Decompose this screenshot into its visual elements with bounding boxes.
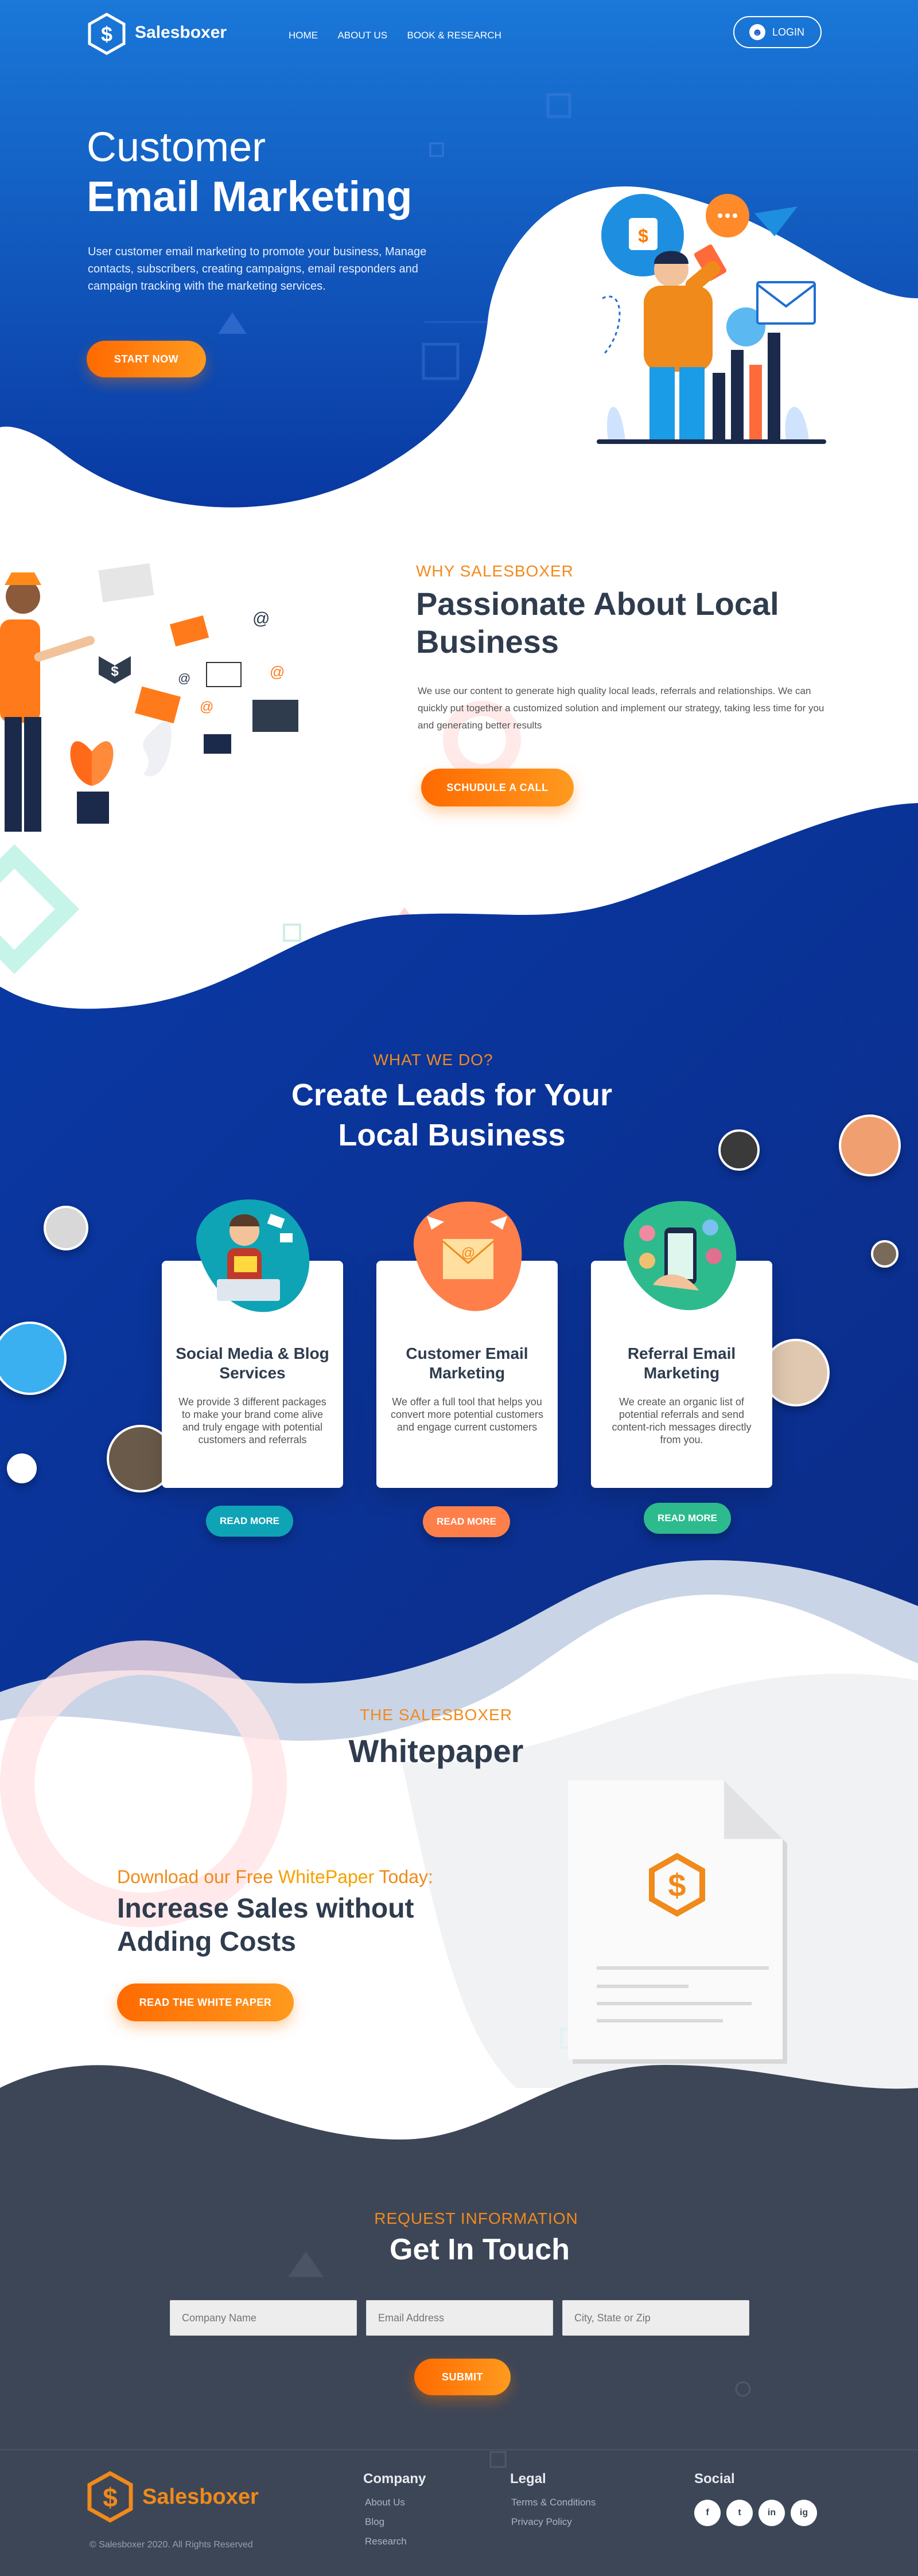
svg-text:@: @ [252,609,270,628]
whitepaper-headline-line2: Adding Costs [117,1927,296,1957]
hero-title-line1: Customer [87,124,266,170]
svg-text:$: $ [638,225,648,246]
subtitle-highlight: WhitePaper [278,1866,375,1887]
footer-divider [0,2449,918,2450]
svg-text:$: $ [111,664,119,679]
svg-text:@: @ [200,699,213,715]
footer-logo-icon: $ [87,2471,133,2523]
email-address-input[interactable] [366,2300,553,2336]
start-now-button[interactable]: START NOW [87,341,206,377]
subtitle-suffix: Today: [374,1866,433,1887]
avatar [718,1129,760,1171]
whitepaper-title: Whitepaper [348,1733,524,1769]
svg-text:@: @ [270,663,285,680]
brand-logo[interactable]: $ Salesboxer [88,13,237,55]
services-title-line1: Create Leads for Your [291,1078,613,1112]
contact-eyebrow: REQUEST INFORMATION [374,2209,578,2227]
footer-link-blog[interactable]: Blog [365,2512,407,2532]
avatar [44,1206,88,1250]
whitepaper-subtitle: Download our Free WhitePaper Today: [117,1866,433,1888]
card-title: Social Media & Blog Services [176,1344,329,1382]
svg-text:@: @ [461,1245,475,1261]
footer-link-privacy[interactable]: Privacy Policy [511,2512,596,2532]
footer-link-about-us[interactable]: About Us [365,2493,407,2512]
footer-company-heading: Company [363,2471,426,2487]
social-media-icon [196,1199,310,1312]
hero-description: User customer email marketing to promote… [88,245,427,293]
why-text: We use our content to generate high qual… [418,685,824,731]
footer-copyright: © Salesboxer 2020. All Rights Reserved [90,2540,253,2550]
nav-book-research[interactable]: BOOK & RESEARCH [407,30,501,41]
user-icon: ☻ [749,24,765,40]
facebook-icon[interactable]: f [694,2500,721,2526]
footer-legal-heading: Legal [510,2471,546,2487]
company-name-input[interactable] [170,2300,357,2336]
city-state-zip-input[interactable] [562,2300,749,2336]
submit-button[interactable]: SUBMIT [414,2359,511,2395]
twitter-icon[interactable]: t [726,2500,753,2526]
footer-company-links: About Us Blog Research [365,2493,407,2551]
subtitle-prefix: Download our Free [117,1866,279,1887]
avatar [7,1453,37,1483]
referral-email-icon [624,1201,737,1311]
contact-title: Get In Touch [390,2233,570,2266]
whitepaper-section: THE SALESBOXER Whitepaper Download our F… [0,1635,918,2094]
svg-text:$: $ [668,1867,686,1903]
avatar [839,1114,901,1176]
whitepaper-eyebrow: THE SALESBOXER [359,1706,513,1724]
card-text: We offer a full tool that helps you conv… [390,1396,544,1433]
avatar [871,1240,898,1268]
main-nav: HOME ABOUT US BOOK & RESEARCH [289,30,501,41]
svg-text:$: $ [103,2483,118,2512]
instagram-icon[interactable]: ig [791,2500,817,2526]
whitepaper-document-icon: $ [568,1780,787,2064]
footer-link-terms[interactable]: Terms & Conditions [511,2493,596,2512]
read-whitepaper-button[interactable]: READ THE WHITE PAPER [117,1983,294,2021]
read-more-referral-email[interactable]: READ MORE [644,1503,731,1534]
why-eyebrow: WHY SALESBOXER [416,562,574,580]
footer-brand-name: Salesboxer [142,2485,259,2509]
logo-icon: $ [88,13,126,55]
card-text: We create an organic list of potential r… [612,1396,752,1445]
login-label: LOGIN [772,26,805,38]
card-text: We provide 3 different packages to make … [178,1396,326,1445]
footer-social-heading: Social [694,2471,735,2487]
marketer-illustration: $ [597,194,826,444]
read-more-customer-email[interactable]: READ MORE [423,1506,510,1537]
hero-title-line2: Email Marketing [87,173,413,220]
whitepaper-headline-line1: Increase Sales without [117,1893,414,1924]
svg-text:$: $ [101,22,112,46]
nav-about-us[interactable]: ABOUT US [337,30,387,41]
hero-section: $ Salesboxer HOME ABOUT US BOOK & RESEAR… [0,0,918,516]
why-title: Passionate About Local Business [416,586,779,660]
contact-section: REQUEST INFORMATION Get In Touch SUBMIT … [0,2053,918,2576]
schedule-call-button[interactable]: SCHUDULE A CALL [421,769,574,806]
footer-brand[interactable]: $ Salesboxer [87,2471,271,2528]
footer-link-research[interactable]: Research [365,2532,407,2551]
services-eyebrow: WHAT WE DO? [373,1051,493,1069]
svg-text:@: @ [178,671,190,685]
login-button[interactable]: ☻ LOGIN [733,16,822,48]
services-title-line2: Local Business [338,1118,566,1152]
card-title: Customer Email Marketing [406,1344,528,1382]
footer-legal-links: Terms & Conditions Privacy Policy [511,2493,596,2532]
customer-email-icon: @ [413,1201,522,1311]
read-more-social-media[interactable]: READ MORE [206,1506,293,1537]
nav-home[interactable]: HOME [289,30,318,41]
card-title: Referral Email Marketing [627,1344,736,1382]
brand-name: Salesboxer [135,23,227,42]
linkedin-icon[interactable]: in [758,2500,785,2526]
